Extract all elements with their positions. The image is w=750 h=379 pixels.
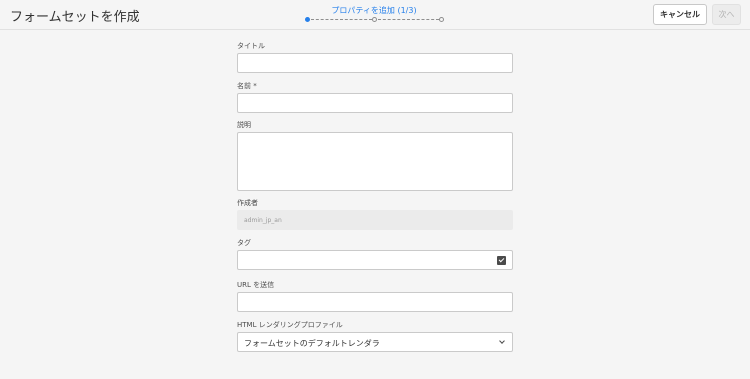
render-profile-select[interactable]: フォームセットのデフォルトレンダラ <box>237 332 513 352</box>
wizard-step-connector <box>378 19 439 20</box>
author-label: 作成者 <box>237 199 258 207</box>
description-label: 説明 <box>237 121 251 129</box>
submit-url-input[interactable] <box>237 292 513 312</box>
page-title: フォームセットを作成 <box>10 10 140 25</box>
name-input[interactable] <box>237 93 513 113</box>
chevron-down-icon <box>499 338 505 344</box>
submit-url-label: URL を送信 <box>237 281 275 289</box>
name-label: 名前 * <box>237 82 257 90</box>
tag-picker-button[interactable] <box>491 250 513 270</box>
wizard-step-3-dot <box>439 17 444 22</box>
render-profile-value: フォームセットのデフォルトレンダラ <box>244 339 380 348</box>
title-label: タイトル <box>237 42 265 50</box>
title-input[interactable] <box>237 53 513 73</box>
wizard-step-connector <box>311 19 372 20</box>
tags-label: タグ <box>237 239 251 247</box>
cancel-button[interactable]: キャンセル <box>653 4 707 25</box>
wizard-step-1-dot <box>305 17 310 22</box>
wizard-step-label: プロパティを追加 (1/3) <box>331 6 417 15</box>
next-button[interactable]: 次へ <box>712 4 741 25</box>
wizard-step-2-dot <box>372 17 377 22</box>
description-textarea[interactable] <box>237 132 513 191</box>
header-bar: フォームセットを作成 プロパティを追加 (1/3) キャンセル 次へ <box>0 0 750 30</box>
check-icon <box>497 255 506 265</box>
tags-input[interactable] <box>237 250 492 270</box>
author-field: admin_jp_an <box>237 210 513 230</box>
render-profile-label: HTML レンダリングプロファイル <box>237 321 343 329</box>
